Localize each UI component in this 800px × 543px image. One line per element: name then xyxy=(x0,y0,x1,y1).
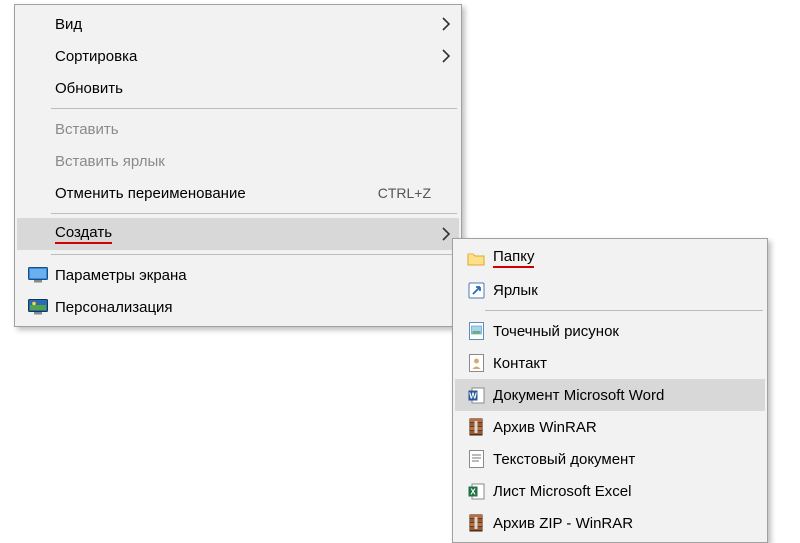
menu-label: Архив ZIP - WinRAR xyxy=(489,515,757,532)
bitmap-icon xyxy=(463,321,489,341)
blank-icon xyxy=(25,46,51,66)
menu-item-create[interactable]: Создать xyxy=(17,218,459,250)
blank-icon xyxy=(25,119,51,139)
menu-label: Вид xyxy=(51,16,431,33)
menu-item-view[interactable]: Вид xyxy=(17,8,459,40)
zip-icon xyxy=(463,513,489,533)
menu-item-undo-rename[interactable]: Отменить переименование CTRL+Z xyxy=(17,177,459,209)
menu-label: Лист Microsoft Excel xyxy=(489,483,757,500)
submenu-arrow-icon xyxy=(431,17,451,31)
svg-text:X: X xyxy=(470,487,476,496)
menu-label: Вставить xyxy=(51,121,451,138)
submenu-item-excel[interactable]: X Лист Microsoft Excel xyxy=(455,475,765,507)
submenu-item-folder[interactable]: Папку xyxy=(455,242,765,274)
blank-icon xyxy=(25,14,51,34)
menu-separator xyxy=(485,310,763,311)
menu-item-refresh[interactable]: Обновить xyxy=(17,72,459,104)
menu-label: Документ Microsoft Word xyxy=(489,387,757,404)
excel-icon: X xyxy=(463,481,489,501)
submenu-item-bitmap[interactable]: Точечный рисунок xyxy=(455,315,765,347)
blank-icon xyxy=(25,151,51,171)
folder-icon xyxy=(463,248,489,268)
menu-label: Контакт xyxy=(489,355,757,372)
submenu-item-rar[interactable]: Архив WinRAR xyxy=(455,411,765,443)
menu-item-display-settings[interactable]: Параметры экрана xyxy=(17,259,459,291)
contact-icon xyxy=(463,353,489,373)
menu-shortcut: CTRL+Z xyxy=(378,185,451,201)
desktop-context-menu: Вид Сортировка Обновить Вставить Вставит… xyxy=(14,4,462,327)
submenu-arrow-icon xyxy=(431,49,451,63)
menu-item-sort[interactable]: Сортировка xyxy=(17,40,459,72)
create-submenu: Папку Ярлык Точечный рисунок xyxy=(452,238,768,543)
display-settings-icon xyxy=(25,265,51,285)
menu-item-paste-shortcut: Вставить ярлык xyxy=(17,145,459,177)
menu-item-personalize[interactable]: Персонализация xyxy=(17,291,459,323)
menu-label: Вставить ярлык xyxy=(51,153,451,170)
submenu-item-shortcut[interactable]: Ярлык xyxy=(455,274,765,306)
menu-label: Текстовый документ xyxy=(489,451,757,468)
menu-label: Обновить xyxy=(51,80,451,97)
menu-label: Точечный рисунок xyxy=(489,323,757,340)
rar-icon xyxy=(463,417,489,437)
menu-separator xyxy=(51,254,457,255)
word-icon: W xyxy=(463,385,489,405)
menu-label: Сортировка xyxy=(51,48,431,65)
menu-item-paste: Вставить xyxy=(17,113,459,145)
submenu-item-zip[interactable]: Архив ZIP - WinRAR xyxy=(455,507,765,539)
blank-icon xyxy=(25,224,51,244)
menu-label: Создать xyxy=(51,224,431,244)
menu-label: Параметры экрана xyxy=(51,267,451,284)
menu-label: Персонализация xyxy=(51,299,451,316)
submenu-item-contact[interactable]: Контакт xyxy=(455,347,765,379)
menu-separator xyxy=(51,108,457,109)
blank-icon xyxy=(25,78,51,98)
personalize-icon xyxy=(25,297,51,317)
menu-label: Ярлык xyxy=(489,282,757,299)
menu-label: Папку xyxy=(489,248,757,268)
submenu-arrow-icon xyxy=(431,227,451,241)
menu-label: Архив WinRAR xyxy=(489,419,757,436)
text-file-icon xyxy=(463,449,489,469)
shortcut-icon xyxy=(463,280,489,300)
menu-label: Отменить переименование xyxy=(51,185,378,202)
submenu-item-text-doc[interactable]: Текстовый документ xyxy=(455,443,765,475)
submenu-item-word-doc[interactable]: W Документ Microsoft Word xyxy=(455,379,765,411)
menu-separator xyxy=(51,213,457,214)
svg-text:W: W xyxy=(469,391,477,400)
blank-icon xyxy=(25,183,51,203)
